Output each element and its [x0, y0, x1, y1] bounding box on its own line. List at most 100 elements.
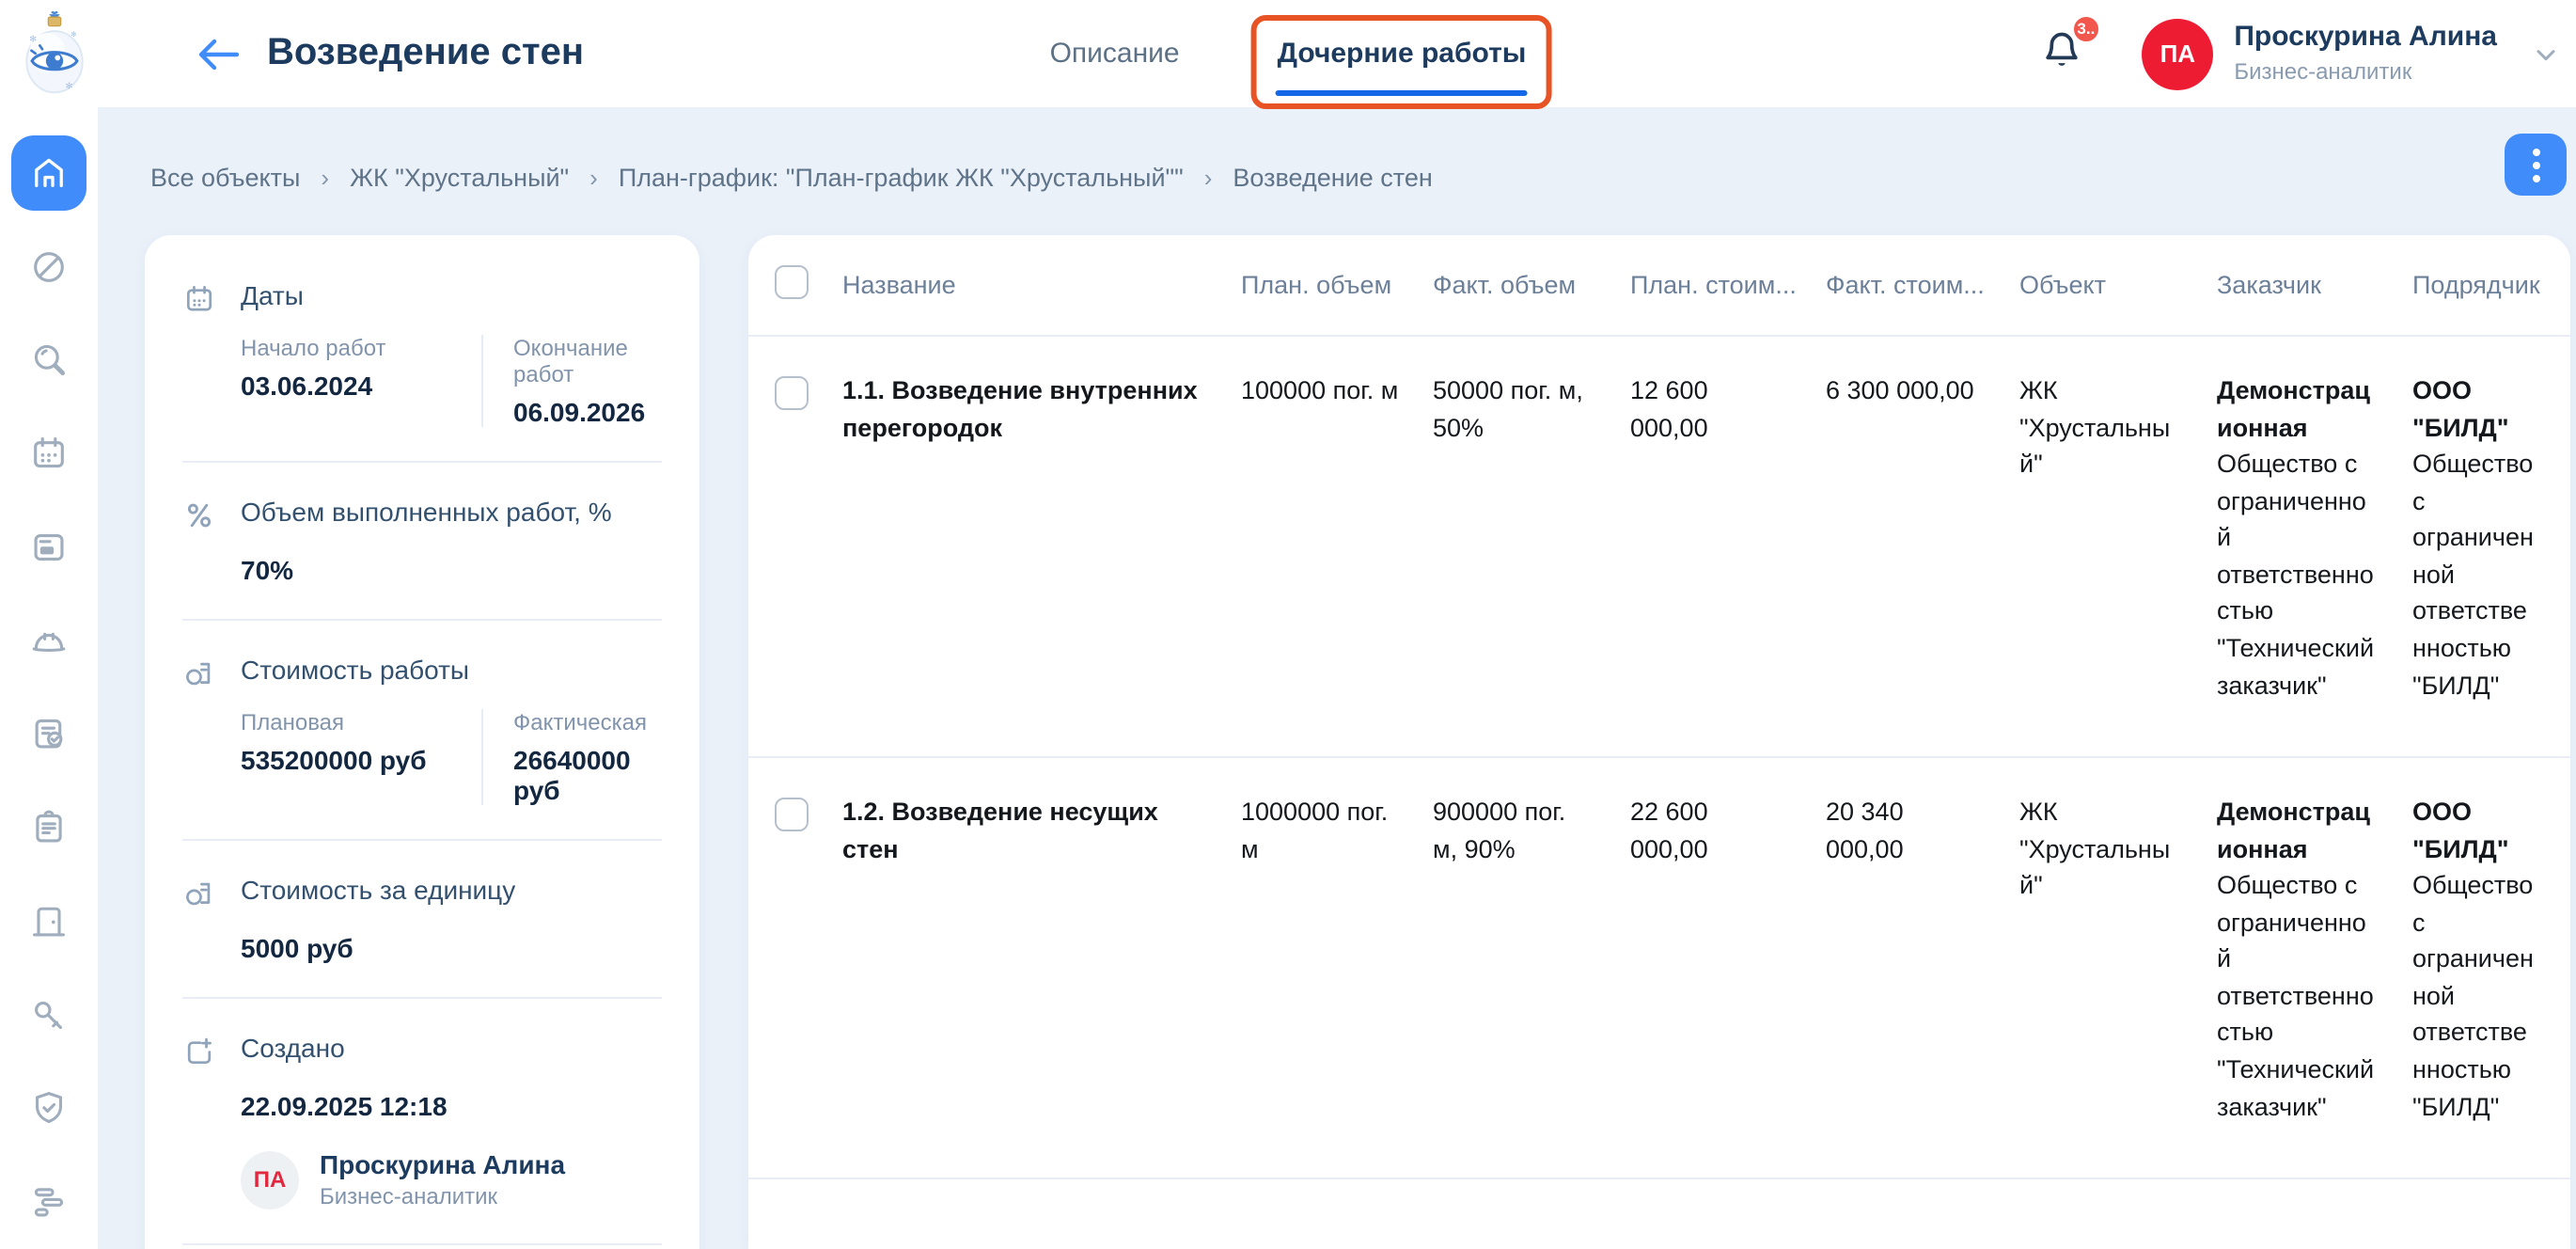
back-button[interactable] — [196, 37, 241, 71]
divider — [182, 619, 662, 621]
chevron-down-icon — [2531, 39, 2561, 69]
search-icon — [28, 340, 70, 381]
cell-object: ЖК "Хрустальный" — [2019, 372, 2217, 704]
table-row[interactable]: 1.1. Возведение внутренних перегородок 1… — [748, 337, 2570, 758]
select-all-checkbox[interactable] — [775, 265, 809, 299]
customer-title: Демонстрационная — [2217, 798, 2370, 862]
cell-customer: Демонстрационная Общество с ограниченной… — [2217, 794, 2412, 1125]
calendar-icon — [28, 433, 70, 474]
more-actions-button[interactable] — [2505, 134, 2567, 196]
column-header-customer[interactable]: Заказчик — [2217, 271, 2412, 299]
clipboard-check-icon — [28, 714, 70, 755]
customer-description: Общество с ограниченной ответственностью… — [2217, 450, 2374, 699]
contractor-title: ООО "БИЛД" — [2412, 798, 2509, 862]
kebab-dot — [2532, 161, 2539, 168]
sidebar-item-search[interactable] — [0, 313, 98, 407]
column-header-plan-cost[interactable]: План. стоим... — [1630, 271, 1826, 299]
breadcrumb-item[interactable]: Возведение стен — [1233, 164, 1432, 192]
page-title: Возведение стен — [267, 32, 584, 75]
column-header-contractor[interactable]: Подрядчик — [2412, 271, 2570, 299]
gantt-bars-icon — [28, 1181, 70, 1223]
door-icon — [28, 901, 70, 942]
sidebar-item-access[interactable] — [0, 969, 98, 1063]
creator-avatar: ПА — [241, 1150, 299, 1209]
contractor-title: ООО "БИЛД" — [2412, 376, 2509, 441]
unit-cost-icon — [182, 875, 216, 963]
sidebar-item-construction[interactable] — [0, 594, 98, 688]
child-works-table: Название План. объем Факт. объем План. с… — [748, 235, 2570, 1249]
breadcrumb-item[interactable]: ЖК "Хрустальный" — [350, 164, 569, 192]
tab-child-works[interactable]: Дочерние работы — [1278, 38, 1527, 70]
sidebar-item-blocked[interactable] — [0, 220, 98, 314]
svg-text:✻: ✻ — [71, 29, 77, 38]
cell-name: 1.2. Возведение несущих стен — [842, 794, 1241, 1125]
notifications-button[interactable]: 3.. — [2038, 25, 2085, 82]
hardhat-icon — [28, 620, 70, 661]
end-value: 06.09.2026 — [513, 397, 645, 427]
breadcrumb-item[interactable]: Все объекты — [150, 164, 300, 192]
user-info: Проскурина Алина Бизнес-аналитик — [2234, 22, 2497, 87]
user-menu-chevron[interactable] — [2531, 39, 2561, 69]
cell-plan-cost: 22 600 000,00 — [1630, 794, 1826, 1125]
divider — [182, 461, 662, 463]
breadcrumb: Все объекты › ЖК "Хрустальный" › План-график… — [150, 164, 1433, 192]
table-body: 1.1. Возведение внутренних перегородок 1… — [748, 337, 2570, 1179]
cell-plan-volume: 100000 пог. м — [1241, 372, 1433, 704]
row-checkbox[interactable] — [775, 798, 809, 831]
svg-text:✻: ✻ — [66, 80, 73, 90]
sidebar-item-tasks[interactable] — [0, 782, 98, 876]
contractor-description: Общество с ограниченной ответственностью… — [2412, 871, 2534, 1120]
breadcrumb-separator: › — [589, 164, 598, 192]
sidebar-item-card[interactable] — [0, 500, 98, 594]
sidebar-item-gantt[interactable] — [0, 1156, 98, 1249]
unit-cost-title: Стоимость за единицу — [241, 875, 662, 905]
card-icon — [28, 527, 70, 568]
sidebar-item-approvals[interactable] — [0, 688, 98, 782]
column-header-plan-volume[interactable]: План. объем — [1241, 271, 1433, 299]
created-by: ПА Проскурина Алина Бизнес-аналитик — [241, 1149, 662, 1209]
progress-title: Объем выполненных работ, % — [241, 497, 662, 527]
creator-role: Бизнес-аналитик — [320, 1183, 565, 1209]
user-avatar[interactable]: ПА — [2142, 18, 2213, 89]
divider — [182, 1243, 662, 1245]
contractor-description: Общество с ограниченной ответственностью… — [2412, 450, 2534, 699]
sidebar-item-calendar[interactable] — [0, 407, 98, 501]
top-right-controls: 3.. ПА Проскурина Алина Бизнес-аналитик — [2038, 0, 2561, 107]
column-header-object[interactable]: Объект — [2019, 271, 2217, 299]
back-arrow-icon — [196, 37, 241, 71]
kebab-dot — [2532, 174, 2539, 182]
dates-title: Даты — [241, 280, 662, 310]
breadcrumb-bar: Все объекты › ЖК "Хрустальный" › План-график… — [98, 107, 2576, 235]
cell-name: 1.1. Возведение внутренних перегородок — [842, 372, 1241, 704]
clipboard-list-icon — [28, 807, 70, 848]
app-logo-icon[interactable]: ✻ ✻ ✻ — [11, 5, 98, 103]
cell-object: ЖК "Хрустальный" — [2019, 794, 2217, 1125]
breadcrumb-separator: › — [1204, 164, 1213, 192]
calendar-icon — [182, 280, 216, 427]
sidebar-item-home[interactable] — [0, 126, 98, 220]
cell-fact-cost: 20 340 000,00 — [1826, 794, 2019, 1125]
sidebar-item-security[interactable] — [0, 1062, 98, 1156]
table-row[interactable]: 1.2. Возведение несущих стен 1000000 пог… — [748, 758, 2570, 1179]
cell-contractor: ООО "БИЛД" Общество с ограниченной ответ… — [2412, 794, 2570, 1125]
breadcrumb-item[interactable]: План-график: "План-график ЖК "Хрустальны… — [619, 164, 1184, 192]
user-role: Бизнес-аналитик — [2234, 59, 2497, 87]
sidebar-item-rooms[interactable] — [0, 875, 98, 969]
start-value: 03.06.2024 — [241, 371, 455, 401]
cost-icon — [182, 655, 216, 805]
cell-plan-cost: 12 600 000,00 — [1630, 372, 1826, 704]
start-label: Начало работ — [241, 335, 455, 361]
tab-description[interactable]: Описание — [1050, 38, 1180, 70]
column-header-name[interactable]: Название — [842, 271, 1241, 299]
row-checkbox[interactable] — [775, 376, 809, 410]
table-header-row: Название План. объем Факт. объем План. с… — [748, 235, 2570, 337]
dates-section: Даты Начало работ 03.06.2024 Окончание р… — [145, 280, 699, 427]
percent-icon — [182, 497, 216, 585]
column-header-fact-volume[interactable]: Факт. объем — [1433, 271, 1630, 299]
tab-child-works-label: Дочерние работы — [1278, 38, 1527, 70]
column-header-fact-cost[interactable]: Факт. стоим... — [1826, 271, 2019, 299]
fact-cost-value: 26640000 руб — [513, 745, 647, 805]
user-name: Проскурина Алина — [2234, 22, 2497, 55]
plan-cost-value: 535200000 руб — [241, 745, 455, 775]
circle-slash-icon — [28, 245, 70, 287]
